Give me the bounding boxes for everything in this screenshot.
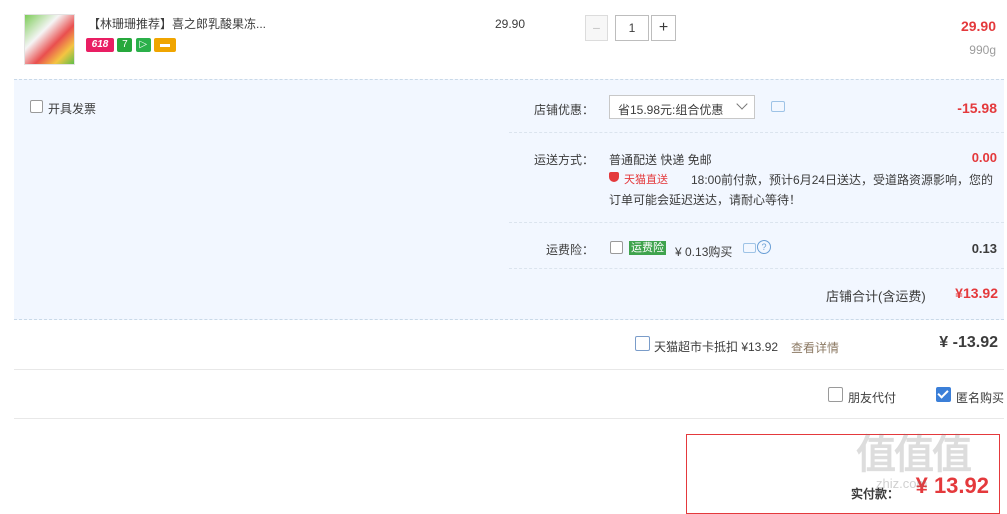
item-subtotal: 29.90 (960, 18, 996, 34)
shop-discount-label: 店铺优惠： (534, 103, 595, 117)
shop-total-label: 店铺合计(含运费) (826, 289, 926, 304)
badge-618: 618 (86, 38, 114, 52)
badge-7-day-return: 7 (117, 38, 133, 52)
insurance-checkbox[interactable] (610, 241, 623, 254)
badge-guarantee-icon: ▷ (135, 38, 151, 52)
message-icon[interactable] (771, 101, 785, 112)
product-title-link[interactable]: 【林珊珊推荐】喜之郎乳酸果冻... (88, 15, 266, 32)
shipping-notice-line2: 订单可能会延迟送达，请耐心等待！ (609, 193, 802, 207)
tmall-logo-icon (609, 172, 619, 182)
card-deduction-label: 天猫超市卡抵扣 ¥13.92 (654, 340, 779, 354)
increase-button[interactable]: + (651, 15, 676, 41)
insurance-label: 运费险： (546, 243, 595, 257)
payment-options-row: 朋友代付 匿名购买 (14, 370, 1004, 419)
shop-total-amount: ¥13.92 (955, 285, 998, 301)
badge-card-icon: ▬ (154, 38, 177, 52)
invoice-checkbox[interactable] (30, 100, 43, 113)
anonymous-label: 匿名购买 (956, 391, 1005, 405)
quantity-input[interactable] (615, 15, 649, 41)
badges: 618 7 ▷ ▬ (86, 36, 177, 52)
shop-discount-amount: -15.98 (957, 100, 997, 116)
card-deduction-amount: ¥ -13.92 (939, 334, 998, 351)
shipping-notice-line1: 18:00前付款，预计6月24日送达，受道路资源影响，您的 (691, 173, 994, 187)
insurance-amount: 0.13 (971, 241, 997, 256)
help-icon[interactable]: ? (757, 240, 771, 254)
product-thumbnail[interactable] (24, 14, 75, 65)
shop-discount-select-value: 省15.98元:组合优惠 (618, 103, 724, 117)
item-weight: 990g (969, 43, 996, 57)
friend-pay-label: 朋友代付 (848, 391, 897, 405)
card-details-link[interactable]: 查看详情 (791, 339, 839, 356)
order-details-panel: 开具发票 店铺优惠： 省15.98元:组合优惠 -15.98 运送方式： 普通配… (14, 79, 1004, 320)
watermark-url: zhiz.com (876, 476, 928, 491)
shipping-amount: 0.00 (971, 150, 997, 165)
shop-discount-select[interactable]: 省15.98元:组合优惠 (609, 95, 755, 119)
shipping-label: 运送方式： (534, 153, 595, 167)
insurance-price: ¥ 0.13购买 (675, 245, 733, 259)
invoice-label: 开具发票 (48, 102, 97, 116)
decrease-button[interactable]: − (585, 15, 608, 41)
friend-pay-checkbox[interactable] (828, 387, 843, 402)
card-deduction-row: 天猫超市卡抵扣 ¥13.92 查看详情 ¥ -13.92 (14, 319, 1004, 370)
watermark-logo: 值值值 (856, 433, 972, 477)
anonymous-checkbox[interactable] (936, 387, 951, 402)
product-row: 【林珊珊推荐】喜之郎乳酸果冻... 618 7 ▷ ▬ 29.90 − + 29… (14, 0, 1004, 80)
chevron-down-icon (736, 98, 748, 110)
card-deduction-checkbox[interactable] (635, 336, 650, 351)
insurance-tag: 运费险 (629, 241, 666, 255)
shipping-method: 普通配送 快递 免邮 (609, 153, 712, 167)
chat-icon[interactable] (743, 243, 756, 253)
tmall-direct-tag: 天猫直送 (624, 174, 668, 186)
unit-price: 29.90 (495, 17, 526, 31)
